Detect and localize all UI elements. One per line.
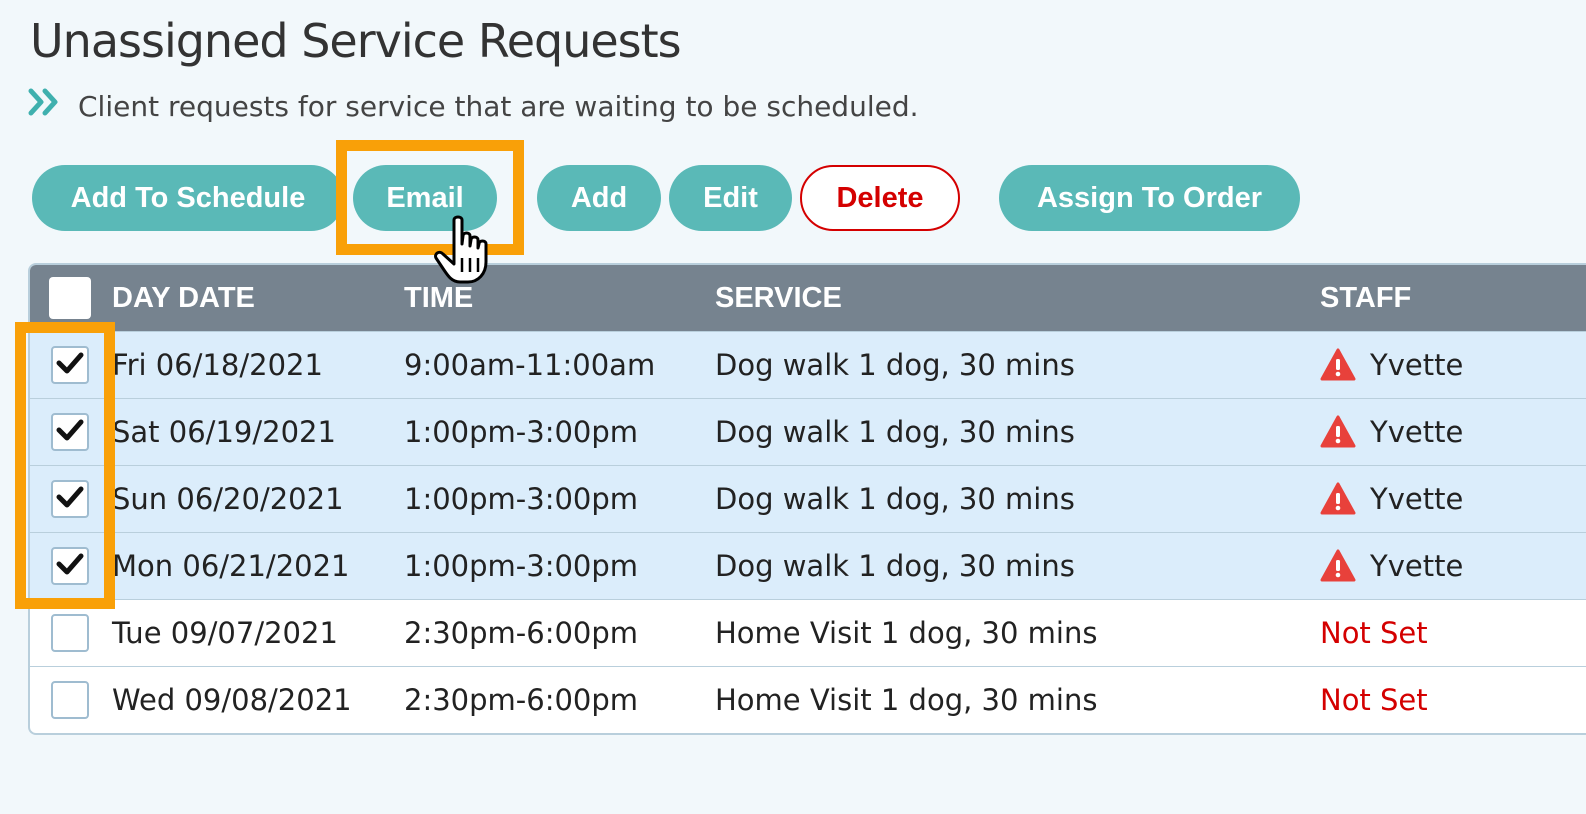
hand-pointer-icon [432,214,496,288]
table-row[interactable]: Fri 06/18/2021 9:00am-11:00am Dog walk 1 d… [30,331,1586,398]
table-row[interactable]: Sun 06/20/2021 1:00pm-3:00pm Dog walk 1 do… [30,465,1586,532]
row-checkbox[interactable] [51,681,89,719]
cell-day-date: Mon 06/21/2021 [112,549,350,583]
table-row[interactable]: Tue 09/07/2021 2:30pm-6:00pm Home Visit 1 … [30,599,1586,666]
staff-name: Not Set [1320,616,1428,650]
cell-day-date: Sun 06/20/2021 [112,482,344,516]
table-row[interactable]: Wed 09/08/2021 2:30pm-6:00pm Home Visit 1 … [30,666,1586,733]
table-header: DAY DATE TIME SERVICE STAFF [30,265,1586,331]
table-row[interactable]: Mon 06/21/2021 1:00pm-3:00pm Dog walk 1 do… [30,532,1586,599]
cell-service: Dog walk 1 dog, 30 mins [715,348,1075,382]
cell-service: Dog walk 1 dog, 30 mins [715,549,1075,583]
select-all-checkbox[interactable] [49,277,91,319]
warning-triangle-icon [1320,549,1356,582]
staff-name: Yvette [1370,415,1464,449]
subtitle-text: Client requests for service that are wai… [78,89,919,123]
cell-time: 1:00pm-3:00pm [404,482,639,516]
add-to-schedule-button[interactable]: Add To Schedule [32,165,344,231]
cell-service: Dog walk 1 dog, 30 mins [715,415,1075,449]
cell-staff: Yvette [1320,415,1463,449]
checkbox-highlight-box [15,322,115,609]
double-chevron-right-icon [28,88,78,124]
service-requests-table: DAY DATE TIME SERVICE STAFF Fri 06/18/20… [28,263,1586,735]
cell-day-date: Sat 06/19/2021 [112,415,336,449]
page-title: Unassigned Service Requests [30,14,682,68]
warning-triangle-icon [1320,482,1356,515]
cell-time: 1:00pm-3:00pm [404,549,639,583]
warning-triangle-icon [1320,348,1356,381]
add-button[interactable]: Add [537,165,661,231]
cell-day-date: Wed 09/08/2021 [112,683,352,717]
cell-time: 2:30pm-6:00pm [404,683,639,717]
row-checkbox[interactable] [51,614,89,652]
cell-time: 9:00am-11:00am [404,348,656,382]
cell-day-date: Tue 09/07/2021 [112,616,338,650]
cell-staff: Not Set [1320,683,1428,717]
staff-name: Not Set [1320,683,1428,717]
assign-to-order-button[interactable]: Assign To Order [999,165,1300,231]
cell-day-date: Fri 06/18/2021 [112,348,323,382]
cell-staff: Yvette [1320,348,1463,382]
delete-button[interactable]: Delete [800,165,960,231]
cell-service: Home Visit 1 dog, 30 mins [715,616,1098,650]
edit-button[interactable]: Edit [669,165,792,231]
page-subtitle: Client requests for service that are wai… [28,88,919,124]
cell-service: Dog walk 1 dog, 30 mins [715,482,1075,516]
cell-staff: Yvette [1320,482,1463,516]
table-row[interactable]: Sat 06/19/2021 1:00pm-3:00pm Dog walk 1 do… [30,398,1586,465]
header-day-date[interactable]: DAY DATE [112,282,255,315]
cell-time: 1:00pm-3:00pm [404,415,639,449]
cell-time: 2:30pm-6:00pm [404,616,639,650]
staff-name: Yvette [1370,549,1464,583]
staff-name: Yvette [1370,482,1464,516]
cell-service: Home Visit 1 dog, 30 mins [715,683,1098,717]
header-staff[interactable]: STAFF [1320,282,1411,315]
cell-staff: Yvette [1320,549,1463,583]
staff-name: Yvette [1370,348,1464,382]
header-service[interactable]: SERVICE [715,282,842,315]
warning-triangle-icon [1320,415,1356,448]
cell-staff: Not Set [1320,616,1428,650]
